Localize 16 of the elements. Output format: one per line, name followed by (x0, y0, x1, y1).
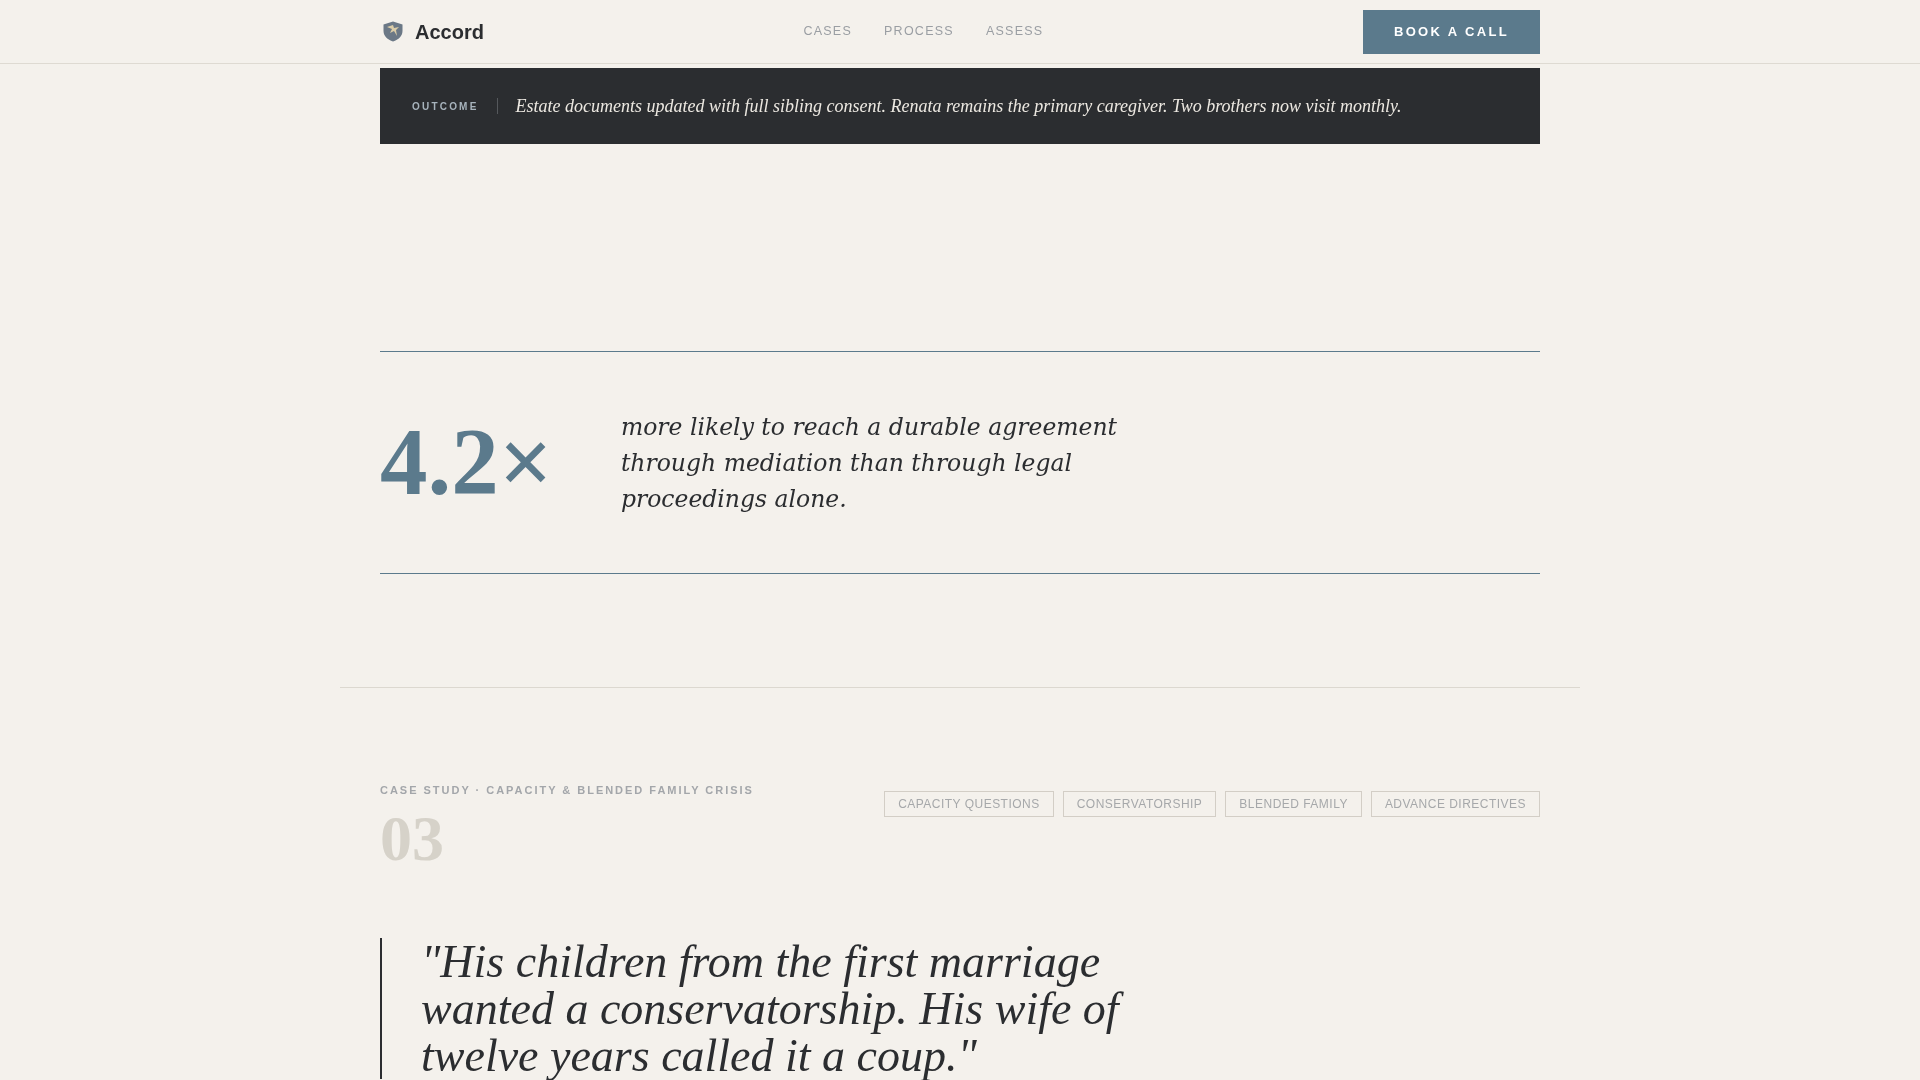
brand-name: Accord (415, 19, 484, 45)
case-study-eyebrow: CASE STUDY · CAPACITY & BLENDED FAMILY CRISIS (380, 783, 754, 797)
nav-link[interactable]: PROCESS (884, 22, 954, 41)
outcome-label: OUTCOME (412, 99, 479, 114)
topic-tag: ADVANCE DIRECTIVES (1370, 791, 1540, 817)
book-call-button[interactable]: BOOK A CALL (1362, 9, 1540, 54)
outcome-text: Estate documents updated with full sibling consent. Renata remains the primary caregiver. Two brothers now visit monthly. (515, 94, 1402, 118)
shield-icon (383, 21, 403, 42)
topic-tag: CONSERVATORSHIP (1062, 791, 1217, 817)
brand-logo-link[interactable]: Accord (380, 16, 484, 47)
nav-link[interactable]: ASSESS (985, 22, 1044, 41)
stat-value: 4.2× (380, 415, 553, 510)
stat-description: more likely to reach a durable agreement through mediation than through legal proceedings alone. (620, 411, 1119, 515)
topic-tag: BLENDED FAMILY (1225, 791, 1362, 817)
nav-link[interactable]: CASES (803, 22, 853, 41)
topic-tag: CAPACITY QUESTIONS (884, 791, 1054, 817)
